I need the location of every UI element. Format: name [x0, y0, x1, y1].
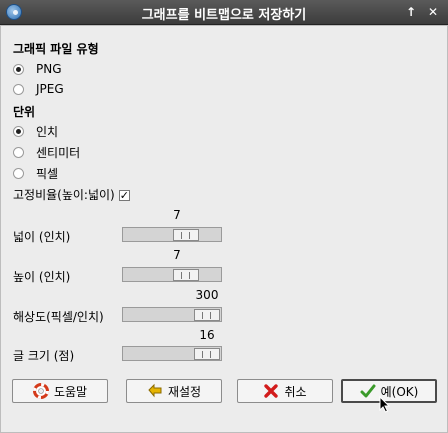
font-size-label: 글 크기 (점)	[13, 349, 75, 363]
radio-centimeter[interactable]: 센티미터	[13, 143, 80, 161]
radio-pixel[interactable]: 픽셀	[13, 164, 58, 182]
radio-jpeg-label: JPEG	[36, 82, 64, 96]
radio-png-indicator[interactable]	[13, 63, 24, 75]
radio-inch-label: 인치	[36, 124, 59, 139]
radio-pixel-label: 픽셀	[36, 166, 59, 181]
help-button[interactable]: 도움말	[12, 379, 108, 403]
height-slider-handle[interactable]	[173, 269, 199, 281]
green-check-icon	[360, 383, 376, 399]
title-bar: 그래프를 비트맵으로 저장하기 ↑ ✕	[0, 0, 448, 25]
radio-inch-indicator[interactable]	[13, 125, 24, 137]
resolution-slider[interactable]	[122, 307, 222, 322]
file-type-heading: 그래픽 파일 유형	[13, 42, 99, 56]
radio-centimeter-indicator[interactable]	[13, 146, 24, 158]
width-slider[interactable]	[122, 227, 222, 242]
radio-png[interactable]: PNG	[13, 60, 62, 78]
red-x-icon	[263, 383, 279, 399]
reset-button[interactable]: 재설정	[126, 379, 222, 403]
radio-inch[interactable]: 인치	[13, 122, 58, 140]
radio-jpeg-indicator[interactable]	[13, 83, 24, 95]
resolution-slider-handle[interactable]	[194, 309, 220, 321]
resolution-label: 해상도(픽셀/인치)	[13, 310, 104, 324]
radio-png-label: PNG	[36, 62, 62, 76]
reset-button-label: 재설정	[167, 384, 202, 399]
width-slider-handle[interactable]	[173, 229, 199, 241]
window-title: 그래프를 비트맵으로 저장하기	[141, 8, 307, 23]
undo-arrow-icon	[147, 383, 163, 399]
radio-pixel-indicator[interactable]	[13, 167, 24, 179]
height-label: 높이 (인치)	[13, 270, 71, 284]
close-button[interactable]: ✕	[424, 3, 442, 21]
unit-heading: 단위	[13, 105, 36, 119]
font-size-value: 16	[199, 328, 215, 342]
maximize-button[interactable]: ↑	[402, 3, 420, 21]
width-label: 넓이 (인치)	[13, 230, 71, 244]
width-value: 7	[173, 208, 181, 222]
aspect-ratio-row[interactable]: 고정비율(높이:넓이) ✓	[13, 186, 130, 203]
dialog-body: 그래픽 파일 유형 PNG JPEG 단위 인치 센티미터 픽셀 고정비율(높이…	[0, 25, 448, 433]
help-button-label: 도움말	[53, 384, 88, 399]
font-size-slider[interactable]	[122, 346, 222, 361]
radio-jpeg[interactable]: JPEG	[13, 80, 64, 98]
aspect-ratio-label: 고정비율(높이:넓이)	[13, 188, 115, 202]
lifebuoy-icon	[32, 383, 49, 399]
height-slider[interactable]	[122, 267, 222, 282]
radio-centimeter-label: 센티미터	[36, 145, 81, 160]
cancel-button[interactable]: 취소	[237, 379, 333, 403]
cancel-button-label: 취소	[284, 384, 307, 399]
font-size-slider-handle[interactable]	[194, 348, 220, 360]
resolution-value: 300	[195, 288, 219, 302]
height-value: 7	[173, 248, 181, 262]
aspect-ratio-checkbox[interactable]: ✓	[118, 190, 130, 201]
mouse-cursor-icon	[379, 396, 391, 413]
